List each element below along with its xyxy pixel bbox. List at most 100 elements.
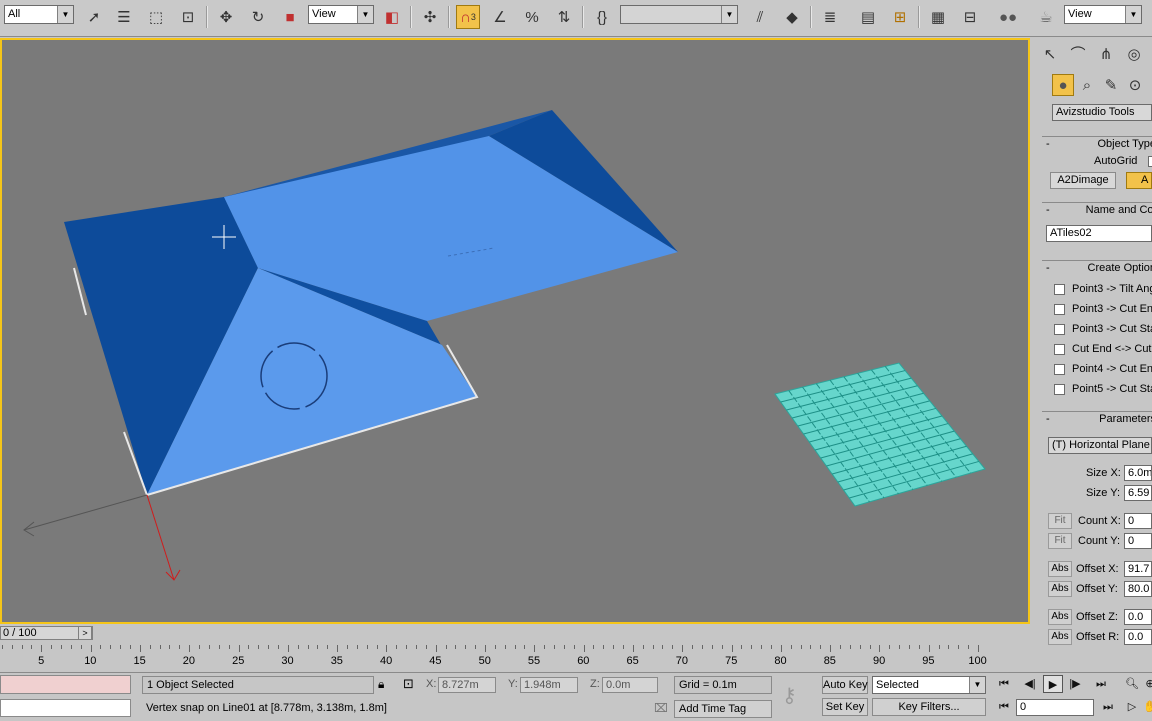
material-spheres-button[interactable]: ●●: [996, 5, 1020, 29]
previous-frame-button[interactable]: ◀|: [1020, 675, 1040, 693]
select-and-rotate-button[interactable]: ↻: [246, 5, 270, 29]
select-and-scale-button[interactable]: ■: [278, 5, 302, 29]
count-x-spinner[interactable]: 0: [1124, 513, 1152, 529]
select-and-move-button[interactable]: ✥: [214, 5, 238, 29]
toolset-dropdown[interactable]: Avizstudio Tools: [1052, 104, 1152, 121]
z-coord-field[interactable]: 0.0m: [602, 677, 658, 693]
create-option-checkbox[interactable]: [1054, 304, 1065, 315]
add-time-tag-button[interactable]: Add Time Tag: [674, 700, 772, 718]
abs-offset-r-button[interactable]: Abs: [1048, 629, 1072, 645]
edit-named-selections-button[interactable]: {}: [590, 5, 614, 29]
geometry-category-button[interactable]: ●: [1052, 74, 1074, 96]
create-tab[interactable]: ↖: [1038, 42, 1062, 66]
spinner-snap-button[interactable]: ⇅: [552, 5, 576, 29]
go-to-end-button[interactable]: ⏭: [1091, 675, 1111, 693]
create-option-checkbox[interactable]: [1054, 384, 1065, 395]
parameters-rollout-header[interactable]: - Parameters: [1042, 411, 1152, 427]
track-bar-tick: [485, 645, 486, 652]
track-bar-tick: [258, 645, 259, 649]
tile-plane-object[interactable]: [775, 363, 985, 506]
key-filters-button[interactable]: Key Filters...: [872, 698, 986, 716]
fit-count-y-button[interactable]: Fit: [1048, 533, 1072, 549]
create-option-checkbox[interactable]: [1054, 364, 1065, 375]
window-crossing-button[interactable]: ⊡: [176, 5, 200, 29]
track-bar[interactable]: 5101520253035404550556065707580859095100: [0, 645, 1030, 671]
track-bar-tick: [71, 645, 72, 649]
curve-editor-button[interactable]: ▤: [856, 5, 880, 29]
layer-manager-button[interactable]: ≣: [818, 5, 842, 29]
mirror-button[interactable]: ⫽: [748, 5, 772, 29]
motion-tab[interactable]: ◎: [1122, 42, 1146, 66]
lights-category-button[interactable]: ✎: [1100, 74, 1122, 96]
roof-model[interactable]: [64, 110, 678, 495]
create-options-rollout-header[interactable]: - Create Option: [1042, 260, 1152, 276]
a2dimage-button[interactable]: A2Dimage: [1050, 172, 1116, 189]
offset-y-spinner[interactable]: 80.0: [1124, 581, 1152, 597]
selection-filter-dropdown[interactable]: All ▼: [4, 5, 74, 24]
size-y-spinner[interactable]: 6.59: [1124, 485, 1152, 501]
modify-tab[interactable]: ⌒: [1066, 42, 1090, 66]
next-frame-button[interactable]: |▶: [1065, 675, 1085, 693]
cameras-category-button[interactable]: ⊙: [1124, 74, 1146, 96]
shapes-category-button[interactable]: ⌕: [1076, 74, 1098, 96]
size-x-spinner[interactable]: 6.0m: [1124, 465, 1152, 481]
maxscript-listener-mini[interactable]: [0, 675, 131, 694]
key-mode-toggle-button[interactable]: ⏮: [994, 698, 1014, 716]
maxscript-input[interactable]: [0, 699, 131, 717]
go-to-start-button[interactable]: ⏮: [994, 675, 1014, 693]
x-coord-field[interactable]: 8.727m: [438, 677, 496, 693]
pan-button[interactable]: ✋: [1140, 698, 1152, 716]
abs-offset-x-button[interactable]: Abs: [1048, 561, 1072, 577]
set-key-button[interactable]: Set Key: [822, 698, 868, 716]
select-and-manipulate-button[interactable]: ✣: [418, 5, 442, 29]
reference-coordinate-dropdown[interactable]: View ▼: [308, 5, 374, 24]
autogrid-checkbox[interactable]: [1148, 156, 1152, 167]
material-editor-button[interactable]: ⊟: [958, 5, 982, 29]
offset-r-spinner[interactable]: 0.0: [1124, 629, 1152, 645]
align-button[interactable]: ◆: [780, 5, 804, 29]
zoom-all-button[interactable]: ⊕: [1140, 675, 1152, 693]
lock-icon[interactable]: 🔒︎: [378, 677, 384, 692]
abs-offset-y-button[interactable]: Abs: [1048, 581, 1072, 597]
fit-count-x-button[interactable]: Fit: [1048, 513, 1072, 529]
time-slider-next-button[interactable]: >: [78, 626, 92, 640]
abs-offset-z-button[interactable]: Abs: [1048, 609, 1072, 625]
render-area-dropdown[interactable]: View ▼: [1064, 5, 1142, 24]
play-button[interactable]: ▶: [1043, 675, 1063, 693]
snaps-toggle-button[interactable]: ∩3: [456, 5, 480, 29]
select-object-button[interactable]: ➚: [82, 5, 106, 29]
render-teapot-button[interactable]: ☕: [1034, 5, 1058, 29]
auto-key-button[interactable]: Auto Key: [822, 676, 868, 694]
offset-x-spinner[interactable]: 91.7: [1124, 561, 1152, 577]
create-option-checkbox[interactable]: [1054, 284, 1065, 295]
hierarchy-tab[interactable]: ⋔: [1094, 42, 1118, 66]
time-config-button[interactable]: ⏭: [1098, 698, 1118, 716]
create-option-checkbox[interactable]: [1054, 324, 1065, 335]
field-of-view-button[interactable]: ▷: [1122, 698, 1142, 716]
schematic-view-button[interactable]: ⊞: [888, 5, 912, 29]
name-color-rollout-header[interactable]: - Name and Col: [1042, 202, 1152, 218]
y-coord-field[interactable]: 1.948m: [520, 677, 578, 693]
percent-snap-button[interactable]: %: [520, 5, 544, 29]
pivot-center-button[interactable]: ◧: [380, 5, 404, 29]
zoom-button[interactable]: 🔍︎: [1122, 675, 1142, 693]
current-frame-field[interactable]: 0: [1016, 699, 1094, 716]
atiles-button[interactable]: A: [1126, 172, 1152, 189]
rectangular-selection-button[interactable]: ⬚: [144, 5, 168, 29]
named-selection-sets-dropdown[interactable]: ▼: [620, 5, 738, 24]
object-name-field[interactable]: ATiles02: [1046, 225, 1152, 242]
track-bar-tick: [81, 645, 82, 649]
object-type-rollout-header[interactable]: - Object Type: [1042, 136, 1152, 152]
offset-z-spinner[interactable]: 0.0: [1124, 609, 1152, 625]
track-bar-tick: [751, 645, 752, 649]
perspective-viewport[interactable]: [0, 38, 1030, 624]
absolute-mode-icon[interactable]: ⊡: [403, 676, 414, 692]
create-option-checkbox[interactable]: [1054, 344, 1065, 355]
angle-snap-button[interactable]: ∠: [488, 5, 512, 29]
count-y-spinner[interactable]: 0: [1124, 533, 1152, 549]
key-icon[interactable]: ⚷: [782, 683, 797, 708]
select-by-name-button[interactable]: ☰: [112, 5, 136, 29]
plane-type-dropdown[interactable]: (T) Horizontal Plane -: [1048, 437, 1152, 454]
key-mode-dropdown[interactable]: Selected ▼: [872, 676, 986, 694]
render-setup-button[interactable]: ▦: [926, 5, 950, 29]
